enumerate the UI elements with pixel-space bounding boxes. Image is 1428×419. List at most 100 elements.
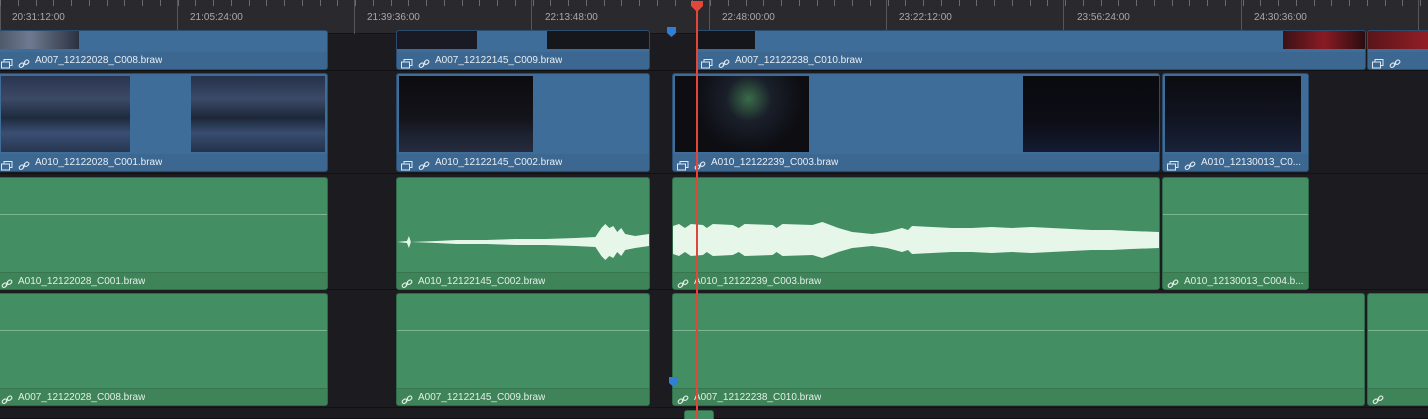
video-clip[interactable] (1367, 30, 1428, 70)
ruler-timecode: 21:05:24:00 (190, 12, 243, 23)
clip-thumbnail (697, 31, 755, 49)
ruler-minor-tick (710, 0, 711, 6)
linked-clips-icon (1372, 56, 1384, 68)
video-clip[interactable]: A010_12130013_C0... (1162, 73, 1309, 172)
ruler-minor-tick (320, 0, 321, 6)
link-icon (718, 56, 730, 68)
clip-footer (1368, 388, 1428, 405)
timeline-ruler[interactable]: 20:31:12:00 21:05:24:00 21:39:36:00 22:1… (0, 0, 1428, 34)
link-icon (18, 158, 30, 170)
audio-clip[interactable] (1367, 293, 1428, 406)
audio-waveform (673, 222, 1159, 258)
ruler-minor-tick (408, 0, 409, 6)
ruler-minor-tick (515, 0, 516, 6)
ruler-minor-tick (195, 0, 196, 6)
ruler-minor-tick (1278, 0, 1279, 6)
link-icon (401, 276, 413, 289)
ruler-timecode: 22:13:48:00 (545, 12, 598, 23)
link-icon (1, 276, 13, 289)
clip-footer: A010_12122028_C001.braw (0, 272, 327, 289)
clip-name: A007_12122145_C009.braw (435, 55, 563, 66)
clip-thumbnail (399, 76, 533, 152)
ruler-minor-tick (905, 0, 906, 6)
ruler-minor-tick (36, 0, 37, 6)
clip-thumbnail (547, 31, 649, 49)
audio-clip[interactable] (684, 410, 714, 419)
clip-thumbnail (0, 31, 79, 49)
ruler-timecode: 23:56:24:00 (1077, 12, 1130, 23)
linked-clips-icon (1167, 158, 1179, 170)
audio-centerline (397, 330, 649, 331)
clip-thumbnail (1165, 76, 1301, 152)
clip-footer: A007_12122238_C010.braw (697, 52, 1365, 69)
ruler-minor-tick (1189, 0, 1190, 6)
ruler-minor-tick (178, 0, 179, 6)
ruler-minor-tick (550, 0, 551, 6)
video-clip[interactable]: A010_12122028_C001.braw (0, 73, 328, 172)
clip-footer: A010_12122239_C003.braw (673, 272, 1159, 289)
ruler-minor-tick (1296, 0, 1297, 6)
ruler-minor-tick (1083, 0, 1084, 6)
audio-clip[interactable]: A010_12130013_C004.b... (1162, 177, 1309, 290)
clip-name: A010_12122028_C001.braw (35, 157, 163, 168)
ruler-minor-tick (994, 0, 995, 6)
audio-clip[interactable]: A010_12122028_C001.braw (0, 177, 328, 290)
audio-waveform (397, 224, 649, 260)
ruler-minor-tick (1012, 0, 1013, 6)
ruler-minor-tick (1367, 0, 1368, 6)
audio-centerline (1163, 214, 1308, 215)
clip-name: A007_12122145_C009.braw (418, 391, 546, 403)
ruler-minor-tick (1243, 0, 1244, 6)
ruler-minor-tick (479, 0, 480, 6)
clip-thumbnail (1368, 31, 1428, 49)
linked-clips-icon (1, 56, 13, 68)
playhead-line[interactable] (696, 6, 698, 419)
clip-thumbnail (397, 31, 477, 49)
ruler-timecode: 20:31:12:00 (12, 12, 65, 23)
ruler-minor-tick (852, 0, 853, 6)
clip-name: A010_12130013_C004.b... (1184, 275, 1304, 287)
ruler-minor-tick (18, 0, 19, 6)
ruler-timecode: 22:48:00:00 (722, 12, 775, 23)
ruler-minor-tick (621, 0, 622, 6)
ruler-minor-tick (444, 0, 445, 6)
ruler-minor-tick (89, 0, 90, 6)
audio-clip[interactable]: A007_12122028_C008.braw (0, 293, 328, 406)
ruler-minor-tick (657, 0, 658, 6)
clip-footer: A010_12130013_C004.b... (1163, 272, 1308, 289)
ruler-minor-tick (1314, 0, 1315, 6)
ruler-minor-tick (1136, 0, 1137, 6)
ruler-minor-tick (959, 0, 960, 6)
ruler-minor-tick (1065, 0, 1066, 6)
ruler-minor-tick (870, 0, 871, 6)
audio-centerline (0, 214, 327, 215)
video-clip[interactable]: A007_12122028_C008.braw (0, 30, 328, 70)
ruler-minor-tick (1260, 0, 1261, 6)
clip-footer: A007_12122145_C009.braw (397, 388, 649, 405)
audio-clip[interactable]: A007_12122145_C009.braw (396, 293, 650, 406)
ruler-minor-tick (1101, 0, 1102, 6)
ruler-minor-tick (0, 0, 1, 6)
link-icon (18, 56, 30, 68)
video-clip[interactable]: A007_12122238_C010.braw (696, 30, 1366, 70)
audio-clip[interactable]: A010_12122145_C002.braw (396, 177, 650, 290)
link-icon (1, 392, 13, 405)
ruler-minor-tick (142, 0, 143, 6)
link-icon (418, 56, 430, 68)
ruler-minor-tick (266, 0, 267, 6)
video-clip[interactable]: A007_12122145_C009.braw (396, 30, 650, 70)
linked-clips-icon (401, 56, 413, 68)
audio-clip[interactable]: A007_12122238_C010.braw (672, 293, 1365, 406)
link-icon (1184, 158, 1196, 170)
ruler-minor-tick (976, 0, 977, 6)
playhead-handle-icon[interactable] (690, 0, 704, 12)
video-clip[interactable]: A010_12122239_C003.braw (672, 73, 1160, 172)
ruler-minor-tick (1047, 0, 1048, 6)
ruler-major-tick (1418, 0, 1419, 34)
video-clip[interactable]: A010_12122145_C002.braw (396, 73, 650, 172)
marker-icon[interactable] (667, 24, 676, 37)
ruler-minor-tick (586, 0, 587, 6)
marker-icon[interactable] (669, 374, 678, 387)
clip-footer: A007_12122238_C010.braw (673, 388, 1364, 405)
audio-clip[interactable]: A010_12122239_C003.braw (672, 177, 1160, 290)
